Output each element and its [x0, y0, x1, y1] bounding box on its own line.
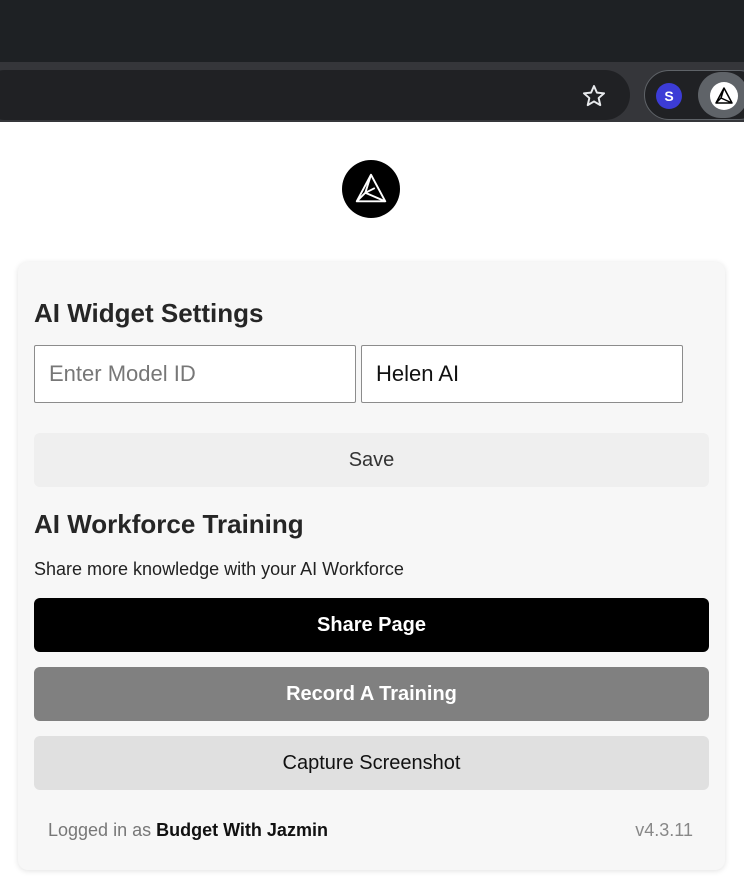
address-bar[interactable]: [0, 70, 630, 120]
browser-tab-strip: [0, 0, 744, 62]
ai-logo-icon: [342, 160, 400, 218]
share-page-button[interactable]: Share Page: [34, 598, 709, 652]
star-icon[interactable]: [578, 80, 610, 112]
ai-logo-icon[interactable]: [710, 82, 738, 110]
widget-name-input[interactable]: [361, 345, 683, 403]
model-id-input[interactable]: [34, 345, 356, 403]
version-label: v4.3.11: [635, 820, 693, 840]
workforce-training-title: AI Workforce Training: [34, 509, 304, 539]
save-button[interactable]: Save: [34, 433, 709, 487]
user-name: Budget With Jazmin: [156, 820, 328, 840]
training-description: Share more knowledge with your AI Workfo…: [34, 559, 404, 579]
record-training-button[interactable]: Record A Training: [34, 667, 709, 721]
capture-screenshot-button[interactable]: Capture Screenshot: [34, 736, 709, 790]
logged-in-status: Logged in as Budget With Jazmin: [48, 820, 328, 841]
extension-s-letter: S: [664, 88, 674, 104]
extension-s-icon[interactable]: S: [656, 83, 682, 109]
logged-in-prefix: Logged in as: [48, 820, 152, 840]
widget-settings-title: AI Widget Settings: [34, 298, 264, 328]
